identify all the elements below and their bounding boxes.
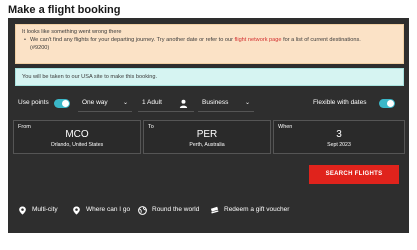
error-alert: It looks like something went wrong there… xyxy=(15,24,404,64)
trip-type-value: One way xyxy=(82,99,108,106)
when-day: 3 xyxy=(336,129,342,140)
passengers-value: 1 Adult xyxy=(142,99,162,106)
chevron-down-icon: ⌄ xyxy=(244,100,250,106)
from-field[interactable]: From MCO Orlando, United States xyxy=(13,120,141,154)
multi-city-link[interactable]: Multi-city xyxy=(18,200,58,220)
ticket-icon xyxy=(210,206,219,213)
round-the-world-link[interactable]: Round the world xyxy=(138,200,199,220)
where-can-i-go-link[interactable]: Where can I go xyxy=(72,200,130,220)
route-fields: From MCO Orlando, United States To PER P… xyxy=(13,120,405,154)
flight-network-link[interactable]: flight network page xyxy=(235,37,282,43)
map-pin-icon xyxy=(19,205,26,215)
page-title: Make a flight booking xyxy=(8,4,121,16)
globe-icon xyxy=(138,205,147,215)
info-banner: You will be taken to our USA site to mak… xyxy=(15,68,404,86)
multi-city-label: Multi-city xyxy=(32,206,58,213)
alert-code: (#9200) xyxy=(30,45,50,51)
when-month: Sept 2023 xyxy=(327,142,351,148)
booking-links: Multi-city Where can I go Round the worl… xyxy=(8,200,409,220)
person-icon xyxy=(179,99,188,108)
to-field[interactable]: To PER Perth, Australia xyxy=(143,120,271,154)
cabin-select[interactable]: Business ⌄ xyxy=(198,94,254,112)
alert-message-prefix: We can't find any flights for your depar… xyxy=(30,37,233,43)
use-points-toggle[interactable] xyxy=(54,99,70,108)
alert-message: We can't find any flights for your depar… xyxy=(22,36,397,44)
redeem-voucher-label: Redeem a gift voucher xyxy=(224,206,290,213)
from-code: MCO xyxy=(65,129,89,140)
to-code: PER xyxy=(196,129,218,140)
use-points-label: Use points xyxy=(18,99,49,106)
cabin-value: Business xyxy=(202,99,229,106)
trip-type-select[interactable]: One way ⌄ xyxy=(78,94,132,112)
when-field[interactable]: When 3 Sept 2023 xyxy=(273,120,405,154)
alert-message-suffix: for a list of current destinations. xyxy=(283,37,361,43)
alert-heading: It looks like something went wrong there xyxy=(22,29,122,35)
flexible-dates-toggle[interactable] xyxy=(379,99,395,108)
chevron-down-icon: ⌄ xyxy=(122,100,128,106)
redeem-voucher-link[interactable]: Redeem a gift voucher xyxy=(210,200,289,220)
search-controls: Use points One way ⌄ 1 Adult Business ⌄ … xyxy=(8,94,409,112)
round-the-world-label: Round the world xyxy=(152,206,200,213)
search-flights-button[interactable]: SEARCH FLIGHTS xyxy=(309,165,399,184)
where-can-i-go-label: Where can I go xyxy=(86,206,131,213)
flexible-dates-label: Flexible with dates xyxy=(313,99,367,106)
from-city: Orlando, United States xyxy=(50,142,104,148)
to-city: Perth, Australia xyxy=(189,142,225,148)
passengers-select[interactable]: 1 Adult xyxy=(138,94,194,112)
map-pin-icon xyxy=(73,205,80,215)
